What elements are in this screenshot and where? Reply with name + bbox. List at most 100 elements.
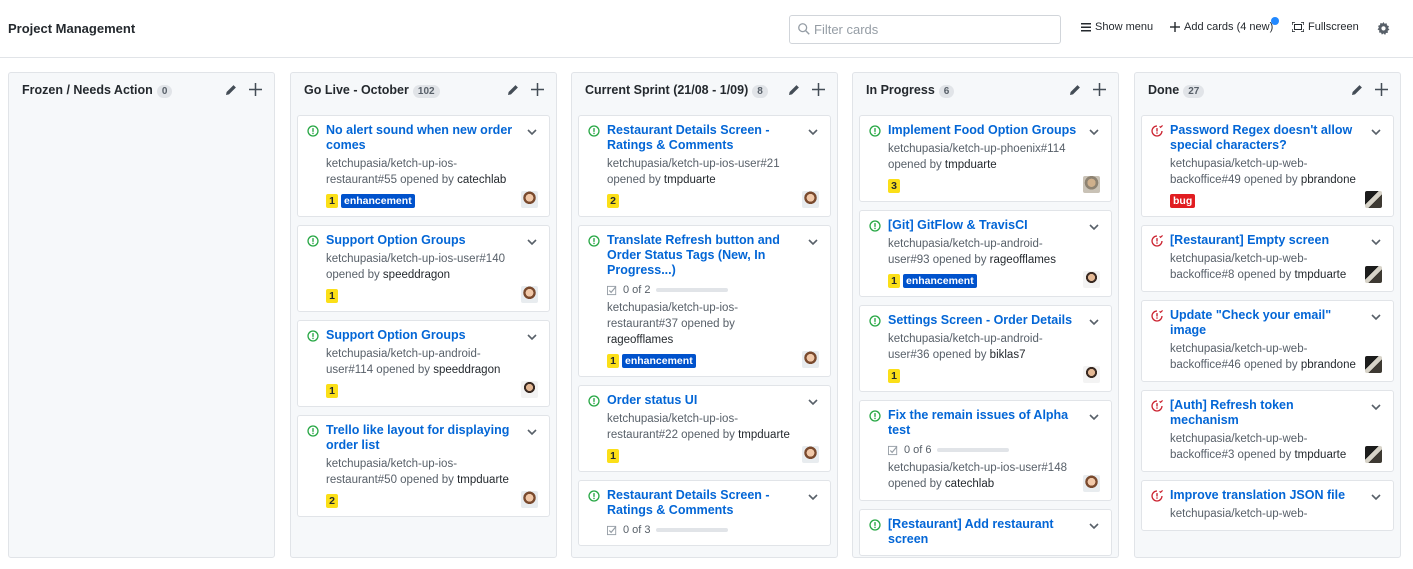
- chevron-down-icon[interactable]: [1371, 490, 1381, 501]
- issue-title-link[interactable]: [Git] GitFlow & TravisCI: [888, 218, 1101, 233]
- issue-author-link[interactable]: catechlab: [457, 174, 506, 186]
- avatar[interactable]: [802, 191, 819, 208]
- issue-label[interactable]: bug: [1170, 194, 1196, 208]
- pencil-icon[interactable]: [788, 84, 800, 96]
- issue-label[interactable]: enhancement: [903, 274, 977, 288]
- issue-card[interactable]: [Auth] Refresh token mechanism ketchupasi…: [1141, 390, 1394, 472]
- issue-title-link[interactable]: Implement Food Option Groups: [888, 123, 1101, 138]
- issue-title-link[interactable]: [Restaurant] Empty screen: [1170, 233, 1383, 248]
- pencil-icon[interactable]: [1351, 84, 1363, 96]
- issue-card[interactable]: [Restaurant] Empty screen ketchupasia/ket…: [1141, 225, 1394, 292]
- add-card-plus-icon[interactable]: [1093, 83, 1106, 96]
- issue-title-link[interactable]: Fix the remain issues of Alpha test: [888, 408, 1101, 438]
- issue-card[interactable]: Trello like layout for displaying order …: [297, 415, 550, 517]
- chevron-down-icon[interactable]: [1371, 310, 1381, 321]
- avatar[interactable]: [1083, 176, 1100, 193]
- issue-author-link[interactable]: tmpduarte: [1294, 269, 1346, 281]
- issue-author-link[interactable]: pbrandone: [1301, 359, 1356, 371]
- avatar[interactable]: [1365, 446, 1382, 463]
- issue-label[interactable]: 1: [326, 384, 338, 398]
- show-menu-button[interactable]: Show menu: [1081, 21, 1153, 33]
- chevron-down-icon[interactable]: [1089, 410, 1099, 421]
- issue-title-link[interactable]: Restaurant Details Screen - Ratings & Co…: [607, 488, 820, 518]
- issue-label[interactable]: 1: [888, 274, 900, 288]
- issue-title-link[interactable]: [Restaurant] Add restaurant screen: [888, 517, 1101, 547]
- chevron-down-icon[interactable]: [1089, 220, 1099, 231]
- issue-author-link[interactable]: tmpduarte: [738, 429, 790, 441]
- avatar[interactable]: [521, 191, 538, 208]
- issue-card[interactable]: Order status UI ketchupasia/ketch-up-ios-…: [578, 385, 831, 472]
- issue-title-link[interactable]: Password Regex doesn't allow special cha…: [1170, 123, 1383, 153]
- chevron-down-icon[interactable]: [1089, 519, 1099, 530]
- issue-title-link[interactable]: Support Option Groups: [326, 233, 539, 248]
- add-card-plus-icon[interactable]: [531, 83, 544, 96]
- chevron-down-icon[interactable]: [1371, 235, 1381, 246]
- issue-label[interactable]: 2: [326, 494, 338, 508]
- issue-author-link[interactable]: pbrandone: [1301, 174, 1356, 186]
- issue-card[interactable]: Settings Screen - Order Details ketchupas…: [859, 305, 1112, 392]
- avatar[interactable]: [1365, 191, 1382, 208]
- issue-title-link[interactable]: Update "Check your email" image: [1170, 308, 1383, 338]
- chevron-down-icon[interactable]: [808, 395, 818, 406]
- avatar[interactable]: [521, 491, 538, 508]
- issue-author-link[interactable]: biklas7: [990, 349, 1026, 361]
- avatar[interactable]: [1365, 356, 1382, 373]
- issue-title-link[interactable]: Settings Screen - Order Details: [888, 313, 1101, 328]
- avatar[interactable]: [1365, 266, 1382, 283]
- issue-author-link[interactable]: rageofflames: [990, 254, 1056, 266]
- chevron-down-icon[interactable]: [808, 235, 818, 246]
- issue-title-link[interactable]: Improve translation JSON file: [1170, 488, 1383, 503]
- chevron-down-icon[interactable]: [808, 490, 818, 501]
- filter-cards-search[interactable]: [789, 15, 1061, 44]
- issue-author-link[interactable]: rageofflames: [607, 334, 673, 346]
- issue-label[interactable]: enhancement: [341, 194, 415, 208]
- issue-label[interactable]: enhancement: [622, 354, 696, 368]
- issue-card[interactable]: Restaurant Details Screen - Ratings & Co…: [578, 480, 831, 546]
- issue-title-link[interactable]: Trello like layout for displaying order …: [326, 423, 539, 453]
- chevron-down-icon[interactable]: [527, 235, 537, 246]
- issue-card[interactable]: No alert sound when new order comes ketch…: [297, 115, 550, 217]
- issue-card[interactable]: [Git] GitFlow & TravisCI ketchupasia/ketc…: [859, 210, 1112, 297]
- pencil-icon[interactable]: [225, 84, 237, 96]
- issue-title-link[interactable]: [Auth] Refresh token mechanism: [1170, 398, 1383, 428]
- issue-author-link[interactable]: tmpduarte: [1294, 449, 1346, 461]
- issue-author-link[interactable]: tmpduarte: [945, 159, 997, 171]
- issue-title-link[interactable]: Restaurant Details Screen - Ratings & Co…: [607, 123, 820, 153]
- chevron-down-icon[interactable]: [1371, 125, 1381, 136]
- issue-card[interactable]: Fix the remain issues of Alpha test 0 of …: [859, 400, 1112, 501]
- avatar[interactable]: [521, 286, 538, 303]
- chevron-down-icon[interactable]: [808, 125, 818, 136]
- avatar[interactable]: [802, 446, 819, 463]
- issue-author-link[interactable]: speeddragon: [433, 364, 500, 376]
- pencil-icon[interactable]: [1069, 84, 1081, 96]
- chevron-down-icon[interactable]: [1371, 400, 1381, 411]
- avatar[interactable]: [521, 381, 538, 398]
- issue-card[interactable]: Translate Refresh button and Order Statu…: [578, 225, 831, 377]
- fullscreen-button[interactable]: Fullscreen: [1292, 21, 1359, 33]
- chevron-down-icon[interactable]: [527, 425, 537, 436]
- issue-title-link[interactable]: Translate Refresh button and Order Statu…: [607, 233, 820, 278]
- issue-label[interactable]: 1: [326, 289, 338, 303]
- chevron-down-icon[interactable]: [1089, 125, 1099, 136]
- chevron-down-icon[interactable]: [527, 125, 537, 136]
- issue-title-link[interactable]: No alert sound when new order comes: [326, 123, 539, 153]
- add-cards-button[interactable]: Add cards (4 new): [1170, 17, 1280, 33]
- issue-title-link[interactable]: Support Option Groups: [326, 328, 539, 343]
- issue-card[interactable]: Update "Check your email" image ketchupas…: [1141, 300, 1394, 382]
- issue-card[interactable]: [Restaurant] Add restaurant screen: [859, 509, 1112, 556]
- issue-card[interactable]: Support Option Groups ketchupasia/ketch-u…: [297, 320, 550, 407]
- add-card-plus-icon[interactable]: [249, 83, 262, 96]
- settings-button[interactable]: [1377, 22, 1390, 35]
- issue-author-link[interactable]: tmpduarte: [457, 474, 509, 486]
- issue-label[interactable]: 1: [888, 369, 900, 383]
- issue-author-link[interactable]: tmpduarte: [664, 174, 716, 186]
- add-card-plus-icon[interactable]: [812, 83, 825, 96]
- avatar[interactable]: [1083, 271, 1100, 288]
- issue-card[interactable]: Implement Food Option Groups ketchupasia/…: [859, 115, 1112, 202]
- issue-card[interactable]: Improve translation JSON file ketchupasia…: [1141, 480, 1394, 531]
- issue-card[interactable]: Password Regex doesn't allow special cha…: [1141, 115, 1394, 217]
- issue-card[interactable]: Restaurant Details Screen - Ratings & Co…: [578, 115, 831, 217]
- avatar[interactable]: [1083, 366, 1100, 383]
- avatar[interactable]: [802, 351, 819, 368]
- chevron-down-icon[interactable]: [1089, 315, 1099, 326]
